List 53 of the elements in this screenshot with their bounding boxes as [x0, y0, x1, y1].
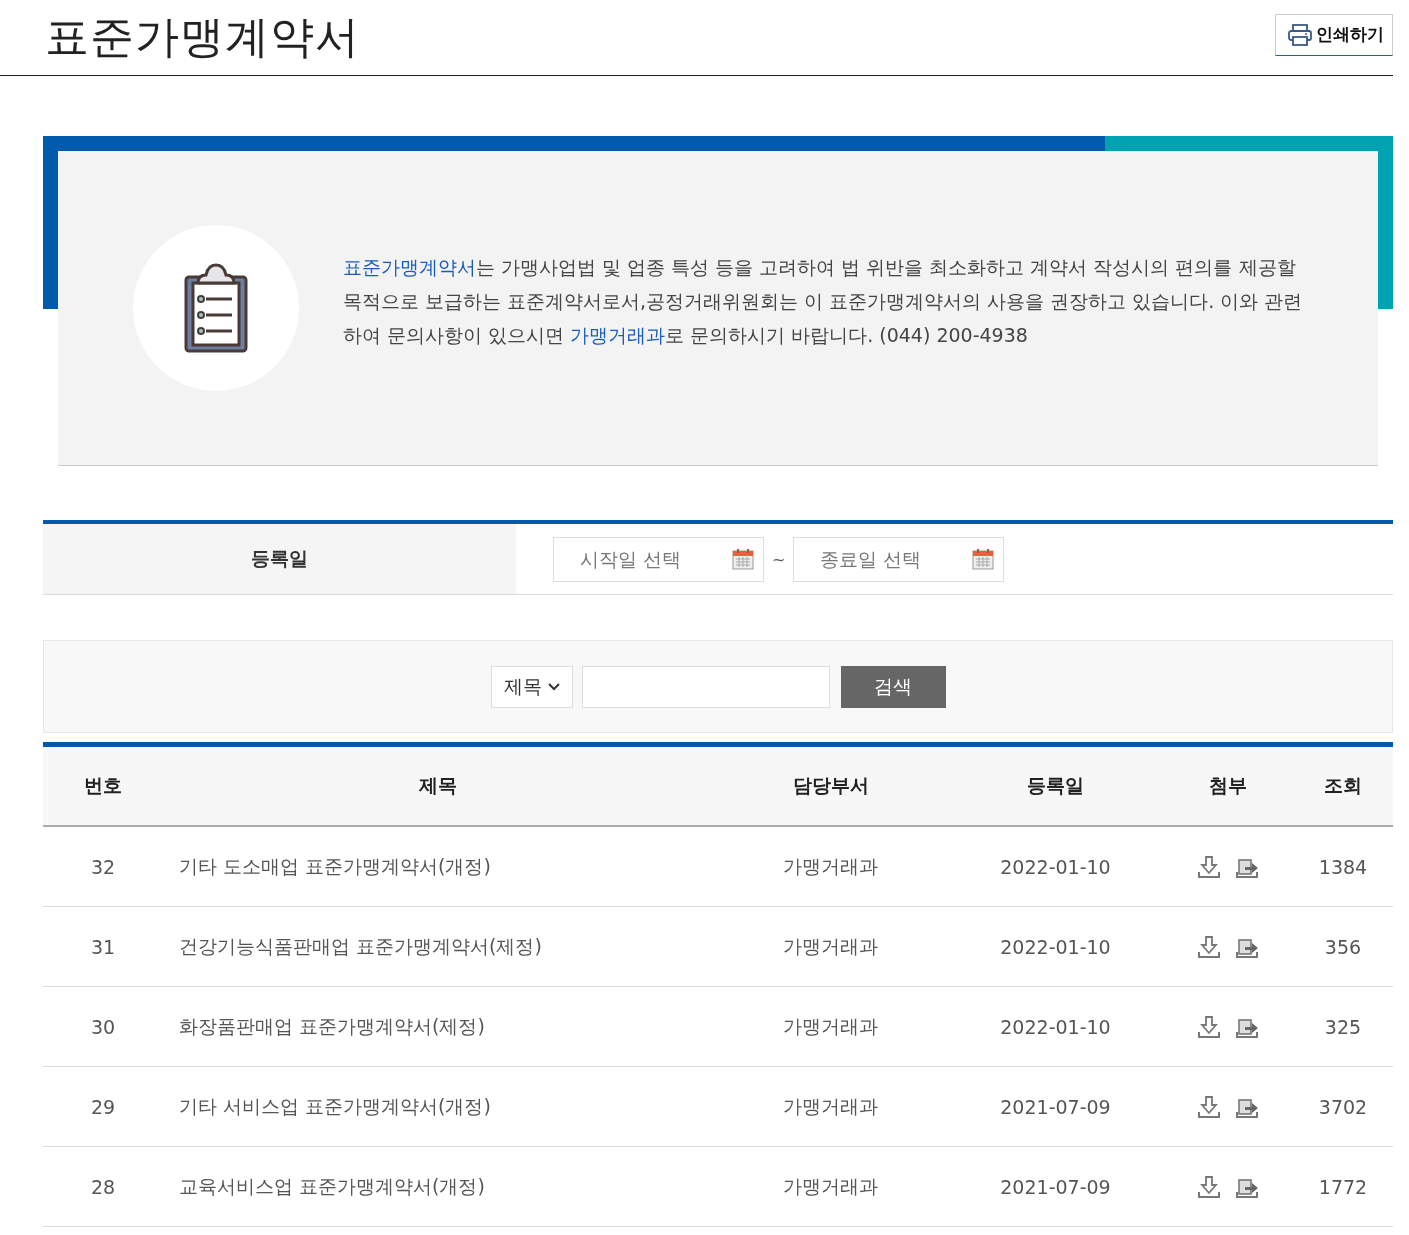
title-link[interactable]: 기타 서비스업 표준가맹계약서(개정) [163, 1093, 713, 1120]
intro-link[interactable]: 표준가맹계약서 [343, 256, 476, 278]
download-icon[interactable] [1197, 1094, 1221, 1119]
number-cell-text: 32 [89, 855, 117, 878]
column-header: 등록일 [1026, 773, 1085, 798]
date-cell-text: 2022-01-10 [999, 1015, 1112, 1038]
clipboard-icon [184, 263, 248, 353]
search-button[interactable]: 검색 [840, 665, 946, 708]
page-title: 표준가맹계약서 [45, 10, 360, 64]
views-cell-text: 325 [1323, 1015, 1363, 1038]
calendar-icon[interactable] [972, 547, 995, 570]
printer-icon [1288, 23, 1312, 46]
number-cell-text: 30 [89, 1015, 117, 1038]
date-cell-text: 2021-07-09 [999, 1175, 1112, 1198]
intro-link[interactable]: 가맹거래과 [570, 324, 666, 346]
column-header: 번호 [83, 773, 123, 798]
start-date-field[interactable]: 시작일 선택 [553, 536, 764, 582]
column-header: 조회 [1323, 773, 1363, 798]
intro-paragraph: 표준가맹계약서 는 가맹사업법 및 업종 특성 등을 고려하여 법 위반을 최소화하고 계약서 작성시의 편의를 제공할 목적으로 보급하는 표준계약서로서,공정거래위원회는 이 표준가맹계약서의 사용을 권장하고 있습니다. 이와 관련하여 문의사항이 있으시면 가맹거래과로 문의하시기 바랍니다. (044) 200-4938 [343, 255, 1304, 348]
views-cell-text: 1772 [1317, 1175, 1369, 1198]
chevron-down-icon [547, 682, 560, 691]
views-cell-text: 3702 [1317, 1095, 1369, 1118]
department-cell-text: 가맹거래과 [782, 1093, 879, 1119]
number-cell-text: 28 [89, 1175, 117, 1198]
download-icon[interactable] [1197, 934, 1221, 959]
column-header: 제목 [418, 773, 458, 798]
download-icon[interactable] [1197, 854, 1221, 879]
search-input[interactable] [581, 665, 830, 708]
download-icon[interactable] [1197, 1174, 1221, 1199]
date-cell-text: 2022-01-10 [999, 935, 1112, 958]
column-header: 첨부 [1208, 773, 1248, 798]
date-cell-text: 2022-01-10 [999, 855, 1112, 878]
department-cell-text: 가맹거래과 [782, 1013, 879, 1039]
views-cell-text: 356 [1323, 935, 1363, 958]
calendar-icon[interactable] [732, 547, 754, 570]
download-icon[interactable] [1197, 1014, 1221, 1039]
number-cell-text: 31 [89, 935, 117, 958]
range-separator: ~ [772, 549, 786, 569]
department-cell-text: 가맹거래과 [782, 853, 879, 879]
title-link[interactable]: 화장품판매업 표준가맹계약서(제정) [163, 1013, 713, 1040]
views-cell-text: 1384 [1317, 855, 1369, 878]
title-link[interactable]: 기타 도소매업 표준가맹계약서(개정) [163, 853, 713, 880]
date-cell-text: 2021-07-09 [999, 1095, 1112, 1118]
number-cell-text: 29 [89, 1095, 117, 1118]
title-link[interactable]: 건강기능식품판매업 표준가맹계약서(제정) [163, 933, 713, 960]
title-link[interactable]: 교육서비스업 표준가맹계약서(개정) [163, 1173, 713, 1200]
column-header: 담당부서 [791, 773, 870, 798]
department-cell-text: 가맹거래과 [782, 1173, 879, 1199]
print-button[interactable]: 인쇄하기 [1275, 13, 1393, 56]
search-field-select[interactable]: 제목 [490, 665, 573, 708]
end-date-field[interactable]: 종료일 선택 [793, 536, 1005, 582]
department-cell-text: 가맹거래과 [782, 933, 879, 959]
filter-label: 등록일 [43, 524, 516, 594]
